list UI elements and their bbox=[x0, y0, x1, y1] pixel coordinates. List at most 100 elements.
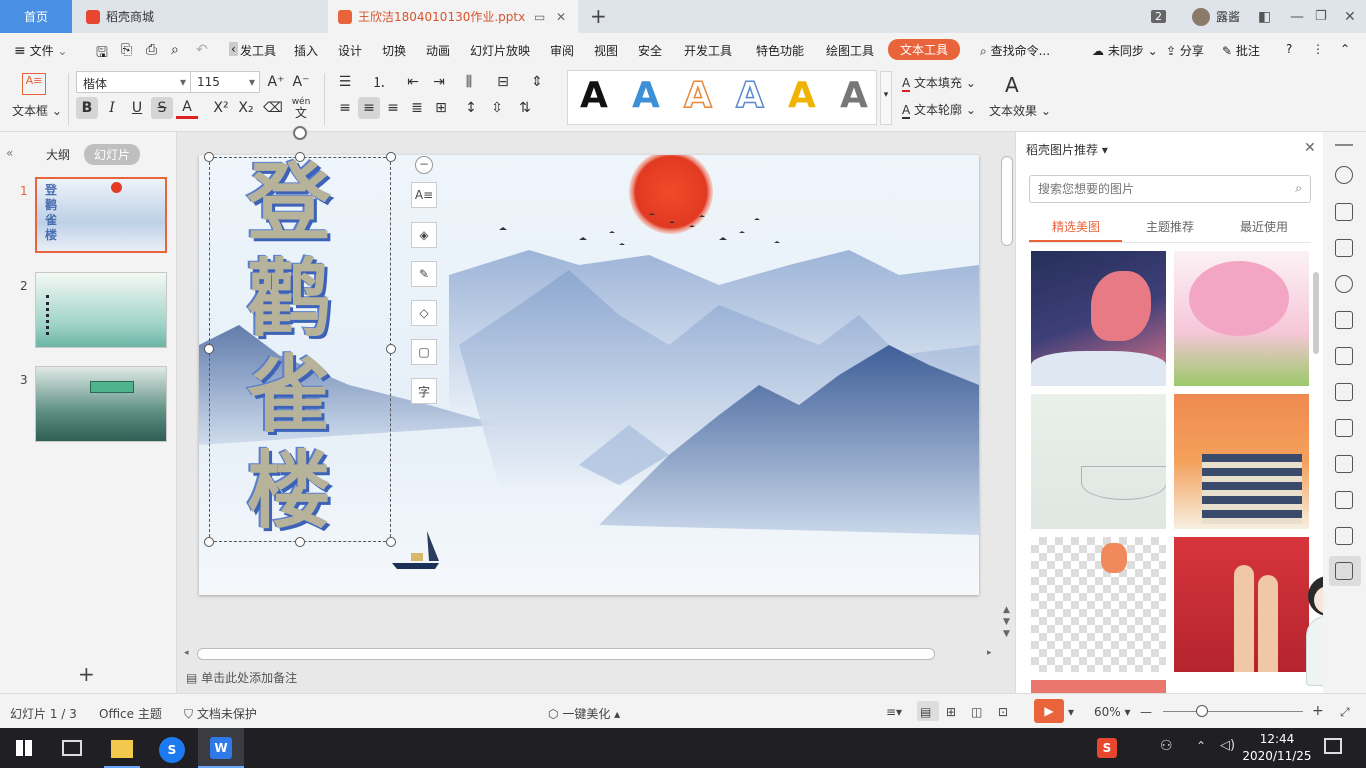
notes-area[interactable]: ▤ 单击此处添加备注 bbox=[186, 669, 297, 686]
menu-review[interactable]: 审阅 bbox=[550, 42, 574, 59]
resize-handle[interactable] bbox=[386, 344, 396, 354]
scroll-left-arrow[interactable]: ◂ bbox=[184, 648, 189, 658]
menu-view[interactable]: 视图 bbox=[594, 42, 618, 59]
scroll-right-arrow[interactable]: ▸ bbox=[987, 648, 992, 658]
help-icon[interactable]: ? bbox=[1286, 42, 1292, 56]
tab-recent[interactable]: 最近使用 bbox=[1240, 218, 1288, 235]
tab-store[interactable]: 稻壳商城 bbox=[72, 0, 327, 33]
menu-slideshow[interactable]: 幻灯片放映 bbox=[470, 42, 530, 59]
sogou-icon[interactable]: S bbox=[159, 737, 185, 763]
frame-icon[interactable]: ▢ bbox=[411, 339, 437, 365]
tray-chevron-icon[interactable]: ⌃ bbox=[1196, 739, 1206, 753]
skin-icon[interactable]: ◧ bbox=[1258, 0, 1271, 33]
maximize-icon[interactable]: ❐ bbox=[1315, 0, 1327, 33]
wps-taskbar-button[interactable]: W bbox=[198, 728, 244, 768]
text-selection-box[interactable] bbox=[209, 157, 391, 542]
notes-view-icon[interactable]: ≡▾ bbox=[886, 705, 902, 719]
menu-insert[interactable]: 插入 bbox=[294, 42, 318, 59]
theme-name[interactable]: Office 主题 bbox=[99, 705, 162, 722]
archive-icon[interactable] bbox=[1335, 527, 1353, 545]
close-window-icon[interactable]: ✕ bbox=[1344, 0, 1356, 33]
zoom-slider-handle[interactable] bbox=[1196, 705, 1208, 717]
search-icon[interactable]: ⌕ bbox=[1295, 181, 1302, 196]
more-icon[interactable]: ⋮ bbox=[1312, 42, 1324, 56]
tab-theme[interactable]: 主题推荐 bbox=[1146, 218, 1194, 235]
window-restore-icon[interactable]: ▭ bbox=[534, 10, 545, 24]
tab-close-icon[interactable]: ✕ bbox=[556, 10, 566, 24]
scroll-left-icon[interactable]: ‹ bbox=[229, 42, 238, 56]
tab-featured[interactable]: 精选美图 bbox=[1052, 218, 1100, 235]
indent-icon[interactable]: ⇥ bbox=[428, 71, 450, 93]
vertical-align-icon[interactable]: ⇕ bbox=[526, 71, 548, 93]
line-spacing-icon[interactable]: ↕ bbox=[460, 97, 482, 119]
vertical-scrollbar-thumb[interactable] bbox=[1001, 156, 1013, 246]
resize-handle[interactable] bbox=[295, 537, 305, 547]
zoom-level[interactable]: 60% ▾ bbox=[1094, 705, 1131, 719]
tab-count-badge[interactable]: 2 bbox=[1151, 0, 1166, 33]
tray-app-icon[interactable]: S bbox=[1097, 738, 1117, 758]
menu-security[interactable]: 安全 bbox=[638, 42, 662, 59]
zoom-in-icon[interactable]: + bbox=[1312, 703, 1324, 719]
minimize-icon[interactable]: — bbox=[1290, 0, 1304, 33]
collapse-ribbon-icon[interactable]: ⌃ bbox=[1340, 42, 1350, 56]
text-wrap-icon[interactable]: 字 bbox=[411, 378, 437, 404]
resize-handle[interactable] bbox=[204, 344, 214, 354]
italic-button[interactable]: I bbox=[101, 97, 123, 119]
bullet-list-icon[interactable]: ☰ bbox=[334, 71, 356, 93]
collapse-pane-icon[interactable]: « bbox=[6, 146, 13, 160]
resize-handle[interactable] bbox=[386, 537, 396, 547]
preview-icon[interactable]: ⌕ bbox=[171, 42, 179, 58]
menu-drawing-tools[interactable]: 绘图工具 bbox=[826, 42, 874, 59]
outline-tab[interactable]: 大纲 bbox=[46, 146, 70, 163]
clock[interactable]: 12:44 2020/11/25 bbox=[1240, 731, 1314, 765]
image-card[interactable] bbox=[1031, 537, 1166, 672]
gallery-more-icon[interactable]: ▾ bbox=[880, 71, 892, 125]
collapse-toolbar-icon[interactable]: − bbox=[415, 156, 433, 174]
slide-thumbnail-3[interactable] bbox=[35, 366, 167, 442]
save-icon[interactable]: 🖫 bbox=[96, 42, 108, 66]
pane-scrollbar-thumb[interactable] bbox=[1313, 272, 1319, 354]
image-card[interactable] bbox=[1174, 394, 1309, 529]
shape-icon[interactable] bbox=[1335, 311, 1353, 329]
menu-transition[interactable]: 切换 bbox=[382, 42, 406, 59]
text-fill-button[interactable]: A 文本填充 ⌄ bbox=[902, 74, 976, 92]
settings-sliders-icon[interactable] bbox=[1335, 419, 1353, 437]
grid-icon[interactable] bbox=[1335, 347, 1353, 365]
menu-text-tools[interactable]: 文本工具 bbox=[888, 39, 961, 60]
comment-button[interactable]: ✎ 批注 bbox=[1222, 42, 1260, 59]
font-size-select[interactable]: 115 ▾ bbox=[190, 71, 260, 93]
speaker-icon[interactable]: ◁) bbox=[1220, 738, 1235, 753]
play-slideshow-button[interactable]: ▶ bbox=[1034, 699, 1064, 723]
numbered-list-icon[interactable]: ⒈ bbox=[368, 71, 390, 93]
text-options-icon[interactable]: A≡ bbox=[411, 182, 437, 208]
textbox-icon[interactable]: A≡ bbox=[22, 73, 46, 95]
windows-start-icon[interactable] bbox=[16, 740, 32, 756]
resize-handle[interactable] bbox=[204, 537, 214, 547]
text-direction-icon[interactable]: ⊟ bbox=[492, 71, 514, 93]
pinyin-button[interactable]: wén 文 bbox=[290, 97, 312, 119]
underline-button[interactable]: U bbox=[126, 97, 148, 119]
menu-design[interactable]: 设计 bbox=[338, 42, 362, 59]
align-left-icon[interactable]: ≡ bbox=[334, 97, 356, 119]
style-gray-a[interactable]: A bbox=[840, 75, 868, 116]
style-blue-outline-a[interactable]: A bbox=[735, 74, 764, 117]
sync-status[interactable]: ☁ 未同步 ⌄ bbox=[1092, 42, 1158, 59]
command-search[interactable]: ⌕ 查找命令... bbox=[980, 42, 1050, 59]
align-center-icon[interactable]: ≡ bbox=[358, 97, 380, 119]
one-click-beautify[interactable]: ⬡ 一键美化 ▴ bbox=[548, 705, 620, 722]
notification-icon[interactable] bbox=[1324, 738, 1342, 754]
layers-icon[interactable]: ◈ bbox=[411, 222, 437, 248]
task-view-icon[interactable] bbox=[62, 740, 82, 756]
reading-view-icon[interactable]: ◫ bbox=[971, 705, 982, 719]
image-card[interactable] bbox=[1031, 394, 1166, 529]
image-icon[interactable] bbox=[1335, 455, 1353, 473]
textbox-button[interactable]: 文本框 ⌄ bbox=[12, 102, 62, 119]
menu-features[interactable]: 特色功能 bbox=[756, 42, 804, 59]
distribute-icon[interactable]: ⊞ bbox=[430, 97, 452, 119]
location-icon[interactable] bbox=[1335, 275, 1353, 293]
pen-icon[interactable]: ✎ bbox=[411, 261, 437, 287]
style-black-a[interactable]: A bbox=[580, 75, 608, 116]
normal-view-icon[interactable]: ▤ bbox=[920, 705, 931, 719]
style-yellow-a[interactable]: A bbox=[788, 75, 816, 116]
style-blue-a[interactable]: A bbox=[632, 75, 660, 116]
